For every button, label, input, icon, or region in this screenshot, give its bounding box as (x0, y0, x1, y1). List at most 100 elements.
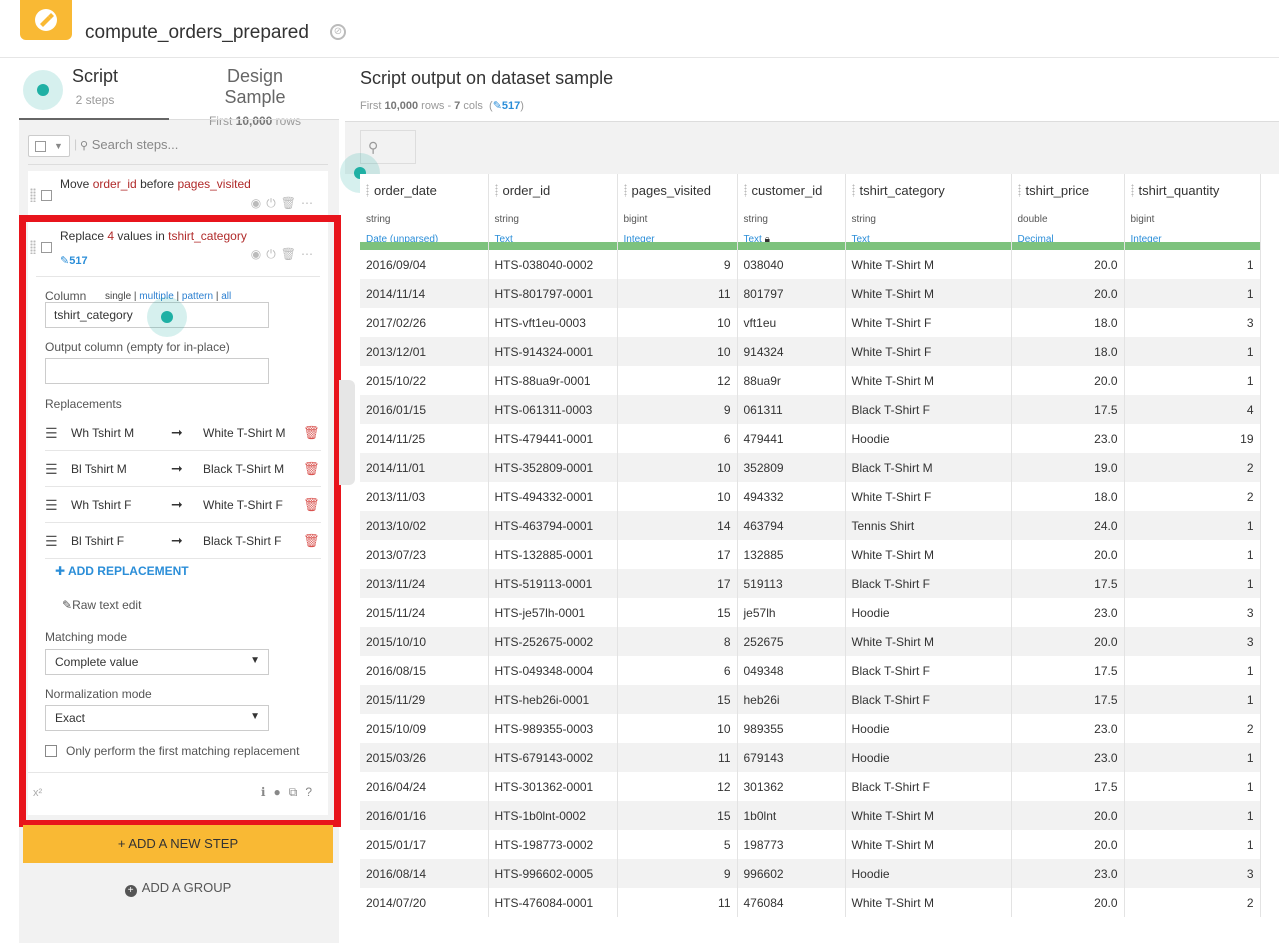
table-cell[interactable]: HTS-vft1eu-0003 (488, 308, 618, 337)
only-first-checkbox[interactable]: Only perform the first matching replacem… (45, 744, 299, 758)
table-row[interactable]: 2016/01/15 HTS-061311-0003 9 061311 Black T-… (360, 395, 1261, 424)
table-cell[interactable]: 23.0 (1011, 598, 1125, 627)
table-cell[interactable]: 914324 (737, 337, 846, 366)
table-cell[interactable]: White T-Shirt M (845, 279, 1012, 308)
column-header-pages-visited[interactable]: pages_visited bigint Integer (617, 174, 738, 250)
drag-handle-icon[interactable]: ☰ (45, 425, 58, 442)
table-row[interactable]: 2014/07/20 HTS-476084-0001 11 476084 White T… (360, 888, 1261, 917)
table-row[interactable]: 2015/10/10 HTS-252675-0002 8 252675 White T-… (360, 627, 1261, 656)
table-cell[interactable]: 1 (1124, 511, 1261, 540)
table-cell[interactable]: 463794 (737, 511, 846, 540)
table-cell[interactable]: heb26i (737, 685, 846, 714)
table-cell[interactable]: 1 (1124, 801, 1261, 830)
table-cell[interactable]: 352809 (737, 453, 846, 482)
table-row[interactable]: 2015/10/22 HTS-88ua9r-0001 12 88ua9r White T… (360, 366, 1261, 395)
table-cell[interactable]: Black T-Shirt F (845, 685, 1012, 714)
mode-single-link[interactable]: single (105, 291, 131, 302)
table-cell[interactable]: 2016/01/16 (360, 801, 489, 830)
table-cell[interactable]: 2 (1124, 453, 1261, 482)
table-cell[interactable]: 2013/11/03 (360, 482, 489, 511)
step-move-columns[interactable]: Move order_id before pages_visited ◉⏻🗑⋯ (28, 171, 328, 215)
table-cell[interactable]: 2016/08/15 (360, 656, 489, 685)
table-cell[interactable]: 2016/01/15 (360, 395, 489, 424)
table-cell[interactable]: 20.0 (1011, 801, 1125, 830)
table-cell[interactable]: 17.5 (1011, 685, 1125, 714)
table-cell[interactable]: 11 (617, 888, 738, 917)
table-cell[interactable]: 2015/01/17 (360, 830, 489, 859)
table-cell[interactable]: HTS-352809-0001 (488, 453, 618, 482)
table-cell[interactable]: HTS-038040-0002 (488, 250, 618, 279)
table-cell[interactable]: 2016/09/04 (360, 250, 489, 279)
table-row[interactable]: 2015/10/09 HTS-989355-0003 10 989355 Hoodie 2… (360, 714, 1261, 743)
select-all-dropdown[interactable]: ▼ (28, 135, 70, 157)
column-header-customer-id[interactable]: customer_id string Text 🔒︎ (737, 174, 846, 250)
table-cell[interactable]: 2013/11/24 (360, 569, 489, 598)
table-row[interactable]: 2013/11/03 HTS-494332-0001 10 494332 White T… (360, 482, 1261, 511)
table-cell[interactable]: Hoodie (845, 424, 1012, 453)
power-icon[interactable]: ⏻ (266, 196, 281, 210)
table-cell[interactable]: 17.5 (1011, 395, 1125, 424)
drag-handle-icon[interactable]: ☰ (45, 497, 58, 514)
table-cell[interactable]: 17 (617, 540, 738, 569)
table-cell[interactable]: 2 (1124, 888, 1261, 917)
table-cell[interactable]: vft1eu (737, 308, 846, 337)
table-cell[interactable]: White T-Shirt M (845, 627, 1012, 656)
drag-handle-icon[interactable] (30, 240, 36, 254)
help-icon[interactable]: ? (305, 785, 320, 799)
table-cell[interactable]: 1 (1124, 830, 1261, 859)
table-cell[interactable]: 2013/12/01 (360, 337, 489, 366)
step-checkbox[interactable] (41, 190, 52, 201)
table-cell[interactable]: HTS-198773-0002 (488, 830, 618, 859)
table-cell[interactable]: 19 (1124, 424, 1261, 453)
trash-icon[interactable]: 🗑 (281, 247, 301, 261)
table-cell[interactable]: 2015/11/24 (360, 598, 489, 627)
recipe-title[interactable]: compute_orders_prepared (85, 22, 309, 44)
column-header-tshirt-price[interactable]: tshirt_price double Decimal (1011, 174, 1125, 250)
table-cell[interactable]: 20.0 (1011, 250, 1125, 279)
table-cell[interactable]: 11 (617, 743, 738, 772)
table-cell[interactable]: 2015/10/22 (360, 366, 489, 395)
table-cell[interactable]: 2014/11/01 (360, 453, 489, 482)
table-cell[interactable]: 15 (617, 685, 738, 714)
table-cell[interactable]: White T-Shirt F (845, 308, 1012, 337)
table-cell[interactable]: 2 (1124, 482, 1261, 511)
table-cell[interactable]: 11 (617, 279, 738, 308)
trash-icon[interactable]: 🗑 (303, 425, 320, 441)
table-cell[interactable]: 2 (1124, 714, 1261, 743)
copy-icon[interactable]: ⧉ (289, 785, 306, 799)
table-cell[interactable]: 1 (1124, 685, 1261, 714)
more-icon[interactable]: ⋯ (301, 196, 318, 210)
replacement-to[interactable]: White T-Shirt F (203, 498, 285, 512)
table-cell[interactable]: 996602 (737, 859, 846, 888)
column-header-tshirt-category[interactable]: tshirt_category string Text (845, 174, 1012, 250)
table-cell[interactable]: 1 (1124, 772, 1261, 801)
table-cell[interactable]: 476084 (737, 888, 846, 917)
column-header-order-id[interactable]: order_id string Text (488, 174, 618, 250)
table-cell[interactable]: 2015/03/26 (360, 743, 489, 772)
table-cell[interactable]: 2014/07/20 (360, 888, 489, 917)
table-cell[interactable]: Black T-Shirt F (845, 656, 1012, 685)
add-group-button[interactable]: + ADD A GROUP (23, 873, 333, 903)
table-cell[interactable]: HTS-252675-0002 (488, 627, 618, 656)
mode-pattern-link[interactable]: pattern (182, 291, 213, 302)
table-cell[interactable]: HTS-989355-0003 (488, 714, 618, 743)
table-row[interactable]: 2015/11/24 HTS-je57lh-0001 15 je57lh Hoodie 2… (360, 598, 1261, 627)
table-cell[interactable]: HTS-je57lh-0001 (488, 598, 618, 627)
table-row[interactable]: 2015/03/26 HTS-679143-0002 11 679143 Hoodie 2… (360, 743, 1261, 772)
trash-icon[interactable]: 🗑 (303, 533, 320, 549)
rows-modified-badge[interactable]: ✎517 (60, 254, 88, 267)
panel-splitter[interactable] (339, 380, 355, 485)
table-cell[interactable]: 3 (1124, 598, 1261, 627)
table-row[interactable]: 2016/09/04 HTS-038040-0002 9 038040 White T-… (360, 250, 1261, 279)
table-row[interactable]: 2013/12/01 HTS-914324-0001 10 914324 White T… (360, 337, 1261, 366)
table-row[interactable]: 2013/10/02 HTS-463794-0001 14 463794 Tennis … (360, 511, 1261, 540)
table-cell[interactable]: 10 (617, 337, 738, 366)
normalization-mode-select[interactable]: Exact ▼ (45, 705, 269, 731)
table-cell[interactable]: 17.5 (1011, 772, 1125, 801)
table-cell[interactable]: White T-Shirt M (845, 540, 1012, 569)
table-cell[interactable]: White T-Shirt M (845, 830, 1012, 859)
table-cell[interactable]: 5 (617, 830, 738, 859)
table-row[interactable]: 2014/11/01 HTS-352809-0001 10 352809 Black T… (360, 453, 1261, 482)
table-cell[interactable]: 6 (617, 656, 738, 685)
table-cell[interactable]: 1 (1124, 540, 1261, 569)
